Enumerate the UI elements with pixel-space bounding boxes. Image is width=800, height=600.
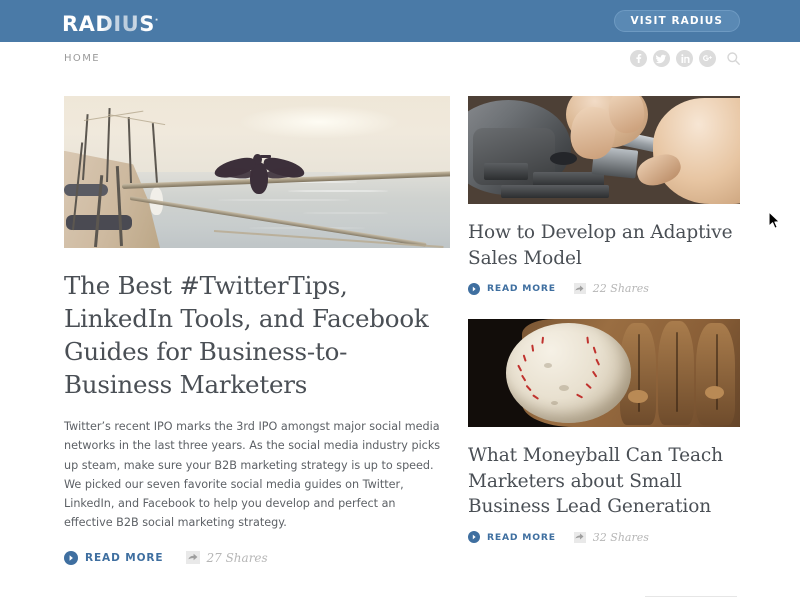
arrow-circle-icon [64,550,78,565]
baseball [506,323,632,423]
side-shares-1[interactable]: 32 Shares [573,530,649,544]
googleplus-icon[interactable] [699,50,716,67]
share-arrow-icon [573,283,586,294]
baseball-scene [468,319,740,427]
featured-article-excerpt: Twitter’s recent IPO marks the 3rd IPO a… [64,420,441,530]
side-shares-0[interactable]: 22 Shares [573,282,649,295]
main-content: The Best #TwitterTips, LinkedIn Tools, a… [0,77,800,600]
side-article-list: How to Develop an Adaptive Sales Model R… [468,96,740,568]
lathe-scene [468,96,740,204]
logo-trademark: · [154,16,159,26]
read-more-label: READ MORE [85,551,164,564]
featured-article: The Best #TwitterTips, LinkedIn Tools, a… [64,96,450,565]
nav-row: HOME [0,42,800,77]
share-arrow-icon [573,531,586,543]
breadcrumb-home[interactable]: HOME [64,53,100,64]
visit-radius-button[interactable]: VISIT RADIUS [613,10,740,32]
twitter-icon[interactable] [653,50,670,67]
search-icon[interactable] [725,50,742,67]
page-root: RADIUS· VISIT RADIUS HOME The Best #Twit… [0,0,800,600]
side-article-title-1[interactable]: What Moneyball Can Teach Marketers about… [468,443,740,520]
side-article-0: How to Develop an Adaptive Sales Model R… [468,96,740,295]
share-arrow-icon [185,551,200,565]
arrow-circle-icon [468,531,480,543]
facebook-icon[interactable] [630,50,647,67]
side-article-1: What Moneyball Can Teach Marketers about… [468,319,740,544]
side-article-image-1[interactable] [468,319,740,427]
featured-article-meta: READ MORE 27 Shares [64,550,450,565]
arrow-circle-icon [468,282,480,295]
side-article-title-0[interactable]: How to Develop an Adaptive Sales Model [468,220,740,271]
share-count-label: 22 Shares [592,282,649,295]
side-article-meta-1: READ MORE 32 Shares [468,531,740,544]
social-links [630,50,742,67]
side-read-more-link-0[interactable]: READ MORE [468,282,556,295]
featured-article-image[interactable] [64,96,450,248]
section-divider [645,596,737,597]
read-more-label: READ MORE [487,283,556,294]
side-article-image-0[interactable] [468,96,740,204]
share-count-label: 32 Shares [592,530,649,544]
read-more-label: READ MORE [487,531,556,543]
linkedin-icon[interactable] [676,50,693,67]
side-read-more-link-1[interactable]: READ MORE [468,531,556,543]
share-count-label: 27 Shares [206,550,268,565]
side-article-meta-0: READ MORE 22 Shares [468,282,740,295]
harbour-scene [64,96,450,248]
featured-shares[interactable]: 27 Shares [185,550,268,565]
radius-logo[interactable]: RADIUS· [62,9,159,36]
featured-read-more-link[interactable]: READ MORE [64,550,164,565]
logo-wordmark: RADIUS [62,12,155,36]
featured-article-title[interactable]: The Best #TwitterTips, LinkedIn Tools, a… [64,269,450,401]
top-bar: RADIUS· VISIT RADIUS [0,0,800,42]
